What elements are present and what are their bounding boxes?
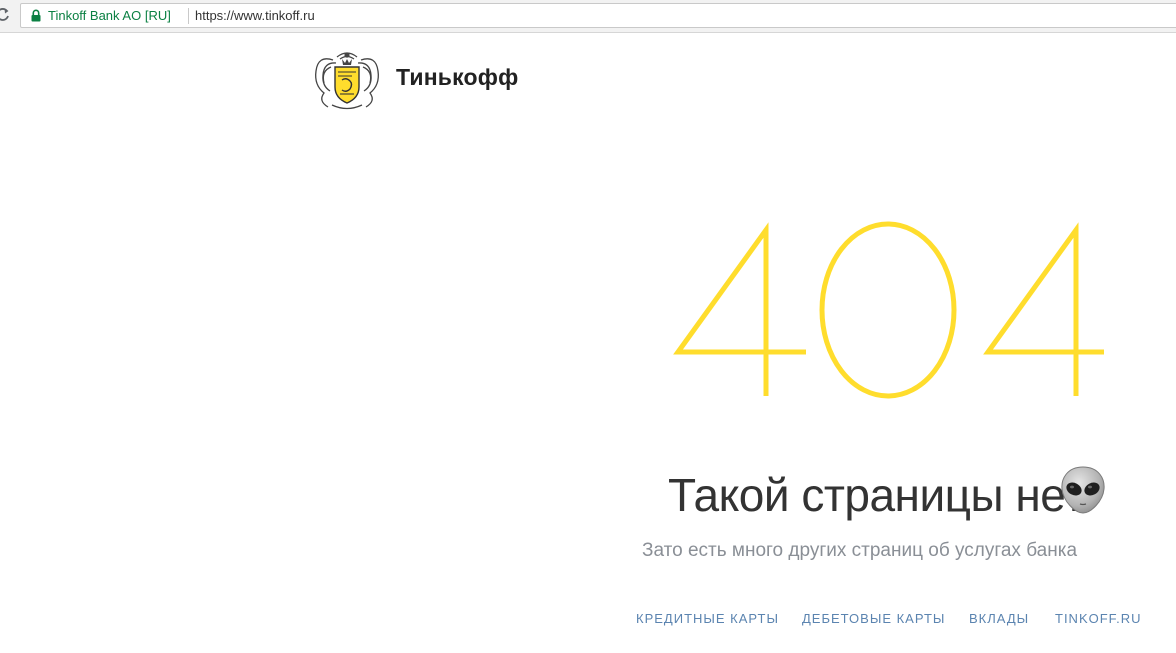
brand-logo-text[interactable]: Тинькофф — [396, 64, 518, 91]
footer-link-debit-cards[interactable]: ДЕБЕТОВЫЕ КАРТЫ — [802, 611, 945, 626]
footer-link-deposits[interactable]: ВКЛАДЫ — [969, 611, 1029, 626]
url-text[interactable]: https://www.tinkoff.ru — [195, 8, 315, 23]
footer-nav: КРЕДИТНЫЕ КАРТЫ ДЕБЕТОВЫЕ КАРТЫ ВКЛАДЫ T… — [0, 611, 1176, 631]
browser-toolbar: Tinkoff Bank AO [RU] https://www.tinkoff… — [0, 0, 1176, 33]
alien-emoji-icon — [1061, 466, 1105, 514]
reload-icon[interactable] — [0, 7, 10, 23]
lock-icon[interactable] — [31, 9, 41, 22]
address-bar-divider — [188, 8, 189, 24]
error-code-404: 404 — [673, 221, 1104, 399]
address-bar[interactable]: Tinkoff Bank AO [RU] https://www.tinkoff… — [20, 3, 1176, 28]
footer-link-tinkoff-ru[interactable]: TINKOFF.RU — [1055, 611, 1142, 626]
error-code-text: 404 — [878, 330, 897, 341]
security-certificate-name[interactable]: Tinkoff Bank AO [RU] — [48, 8, 171, 23]
tinkoff-emblem-icon[interactable] — [312, 49, 382, 112]
error-title: Такой страницы нет — [668, 469, 1085, 521]
footer-link-credit-cards[interactable]: КРЕДИТНЫЕ КАРТЫ — [636, 611, 779, 626]
error-subtitle: Зато есть много других страниц об услуга… — [642, 540, 1078, 561]
